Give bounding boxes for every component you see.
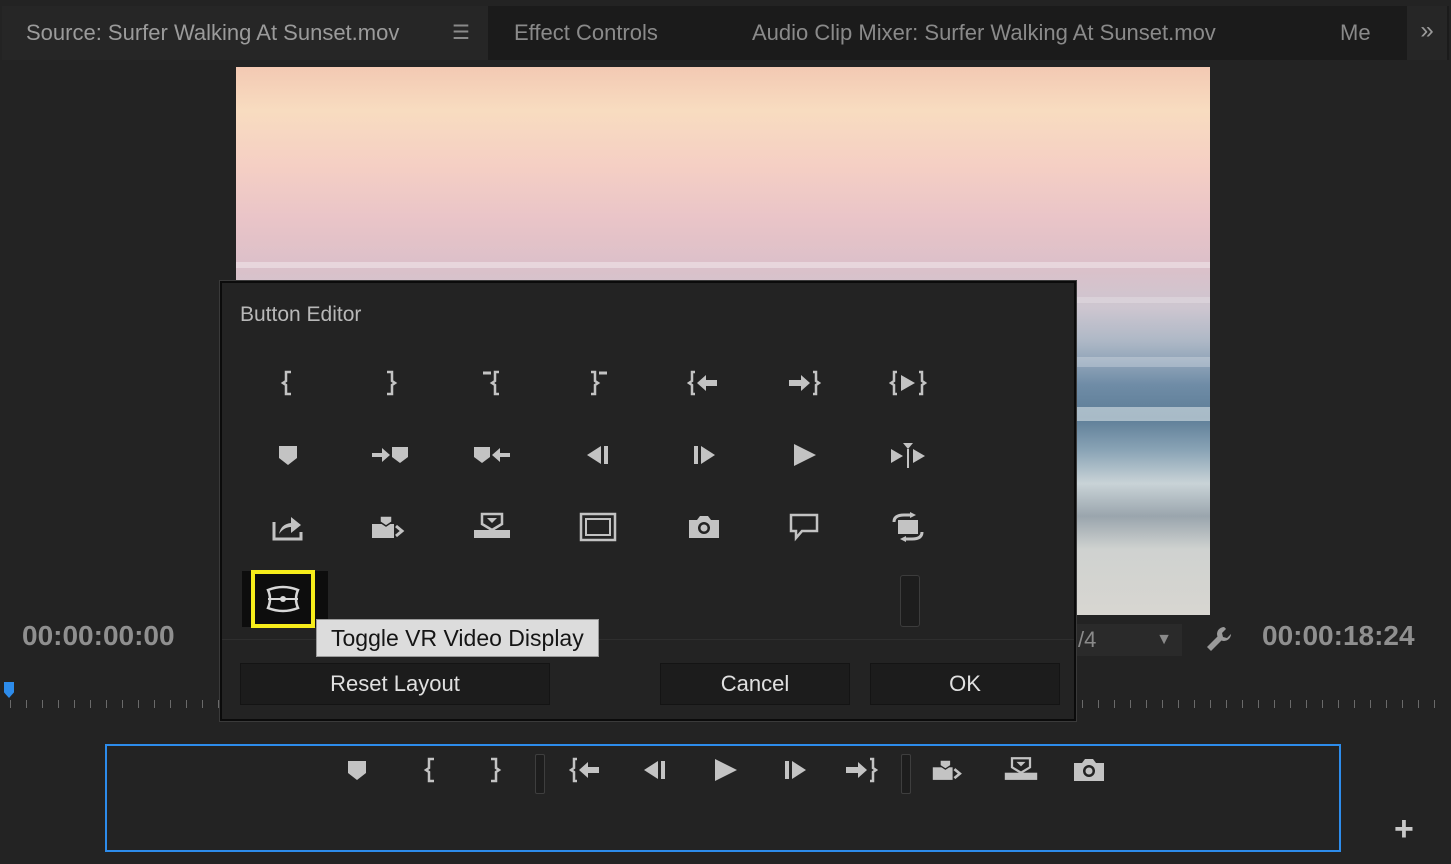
- overwrite-icon[interactable]: [466, 505, 518, 549]
- ruler-tick: [90, 700, 91, 708]
- transport-mark-out-icon[interactable]: [476, 752, 512, 788]
- transport-step-forward-icon[interactable]: [777, 752, 813, 788]
- transport-overwrite-icon[interactable]: [1003, 752, 1039, 788]
- go-to-next-marker-icon[interactable]: [364, 433, 416, 477]
- ruler-tick: [218, 700, 219, 708]
- camera-icon[interactable]: [678, 505, 730, 549]
- ruler-tick: [1434, 700, 1435, 708]
- ruler-tick: [1210, 700, 1211, 708]
- cancel-button[interactable]: Cancel: [660, 663, 850, 705]
- play-icon[interactable]: [778, 433, 830, 477]
- ruler-tick: [10, 700, 11, 708]
- ruler-tick: [1306, 700, 1307, 708]
- ruler-tick: [1258, 700, 1259, 708]
- source-monitor-panel: Source: Surfer Walking At Sunset.mov ☰ E…: [0, 0, 1451, 864]
- step-forward-icon[interactable]: [678, 433, 730, 477]
- ruler-tick: [1114, 700, 1115, 708]
- tab-truncated[interactable]: Me: [1340, 6, 1400, 60]
- clear-out-icon[interactable]: [572, 361, 624, 405]
- tooltip: Toggle VR Video Display: [316, 619, 599, 657]
- step-back-icon[interactable]: [572, 433, 624, 477]
- ruler-tick: [1082, 700, 1083, 708]
- resolution-dropdown[interactable]: /4 ▼: [1070, 624, 1182, 656]
- reset-layout-button[interactable]: Reset Layout: [240, 663, 550, 705]
- double-chevron-right-icon[interactable]: »: [1407, 6, 1447, 60]
- transport-play-icon[interactable]: [707, 752, 743, 788]
- go-to-previous-marker-icon[interactable]: [466, 433, 518, 477]
- ruler-tick: [122, 700, 123, 708]
- ruler-tick: [1402, 700, 1403, 708]
- transport-camera-icon[interactable]: [1071, 752, 1107, 788]
- tab-audio-clip-mixer-label: Audio Clip Mixer: Surfer Walking At Suns…: [752, 20, 1216, 45]
- ruler-tick: [42, 700, 43, 708]
- ruler-tick: [58, 700, 59, 708]
- ruler-tick: [1146, 700, 1147, 708]
- ruler-tick: [1194, 700, 1195, 708]
- ruler-tick: [1098, 700, 1099, 708]
- resolution-value: /4: [1078, 627, 1097, 652]
- tab-audio-clip-mixer[interactable]: Audio Clip Mixer: Surfer Walking At Suns…: [752, 6, 1312, 60]
- hamburger-menu-icon[interactable]: ☰: [452, 6, 470, 60]
- clear-in-icon[interactable]: [466, 361, 518, 405]
- play-in-to-out-icon[interactable]: [882, 361, 934, 405]
- mark-out-icon[interactable]: [364, 361, 416, 405]
- ruler-tick: [74, 700, 75, 708]
- timecode-in[interactable]: 00:00:00:00: [22, 620, 175, 652]
- mark-in-icon[interactable]: [262, 361, 314, 405]
- ruler-tick: [154, 700, 155, 708]
- transport-add-marker-icon[interactable]: [339, 752, 375, 788]
- transport-insert-icon[interactable]: [931, 752, 967, 788]
- add-button-plus-icon[interactable]: +: [1394, 812, 1414, 846]
- dialog-title: Button Editor: [240, 303, 362, 326]
- ruler-tick: [1130, 700, 1131, 708]
- insert-icon[interactable]: [364, 505, 416, 549]
- ruler-tick: [26, 700, 27, 708]
- ruler-tick: [1418, 700, 1419, 708]
- go-to-out-icon[interactable]: [778, 361, 830, 405]
- export-frame-share-icon[interactable]: [262, 505, 314, 549]
- transport-step-back-icon[interactable]: [637, 752, 673, 788]
- loop-icon[interactable]: [882, 505, 934, 549]
- panel-tab-bar: Source: Surfer Walking At Sunset.mov ☰ E…: [2, 6, 1449, 60]
- ruler-tick: [1322, 700, 1323, 708]
- ruler-tick: [1178, 700, 1179, 708]
- ruler-tick: [1290, 700, 1291, 708]
- add-marker-icon[interactable]: [262, 433, 314, 477]
- ruler-tick: [1354, 700, 1355, 708]
- go-to-in-icon[interactable]: [678, 361, 730, 405]
- tab-source-label: Source: Surfer Walking At Sunset.mov: [26, 20, 400, 45]
- tab-source[interactable]: Source: Surfer Walking At Sunset.mov: [2, 6, 488, 60]
- ruler-tick: [1370, 700, 1371, 708]
- tab-truncated-label: Me: [1340, 20, 1371, 45]
- safe-margins-icon[interactable]: [572, 505, 624, 549]
- comment-icon[interactable]: [778, 505, 830, 549]
- transport-go-to-out-icon[interactable]: [843, 752, 879, 788]
- play-around-icon[interactable]: [882, 433, 934, 477]
- ruler-tick: [1162, 700, 1163, 708]
- ruler-tick: [1274, 700, 1275, 708]
- transport-separator: [901, 754, 911, 794]
- transport-go-to-in-icon[interactable]: [568, 752, 604, 788]
- ruler-tick: [138, 700, 139, 708]
- ruler-tick: [1226, 700, 1227, 708]
- ruler-tick: [186, 700, 187, 708]
- separator-slot[interactable]: [900, 575, 920, 627]
- wrench-icon[interactable]: [1204, 624, 1234, 654]
- vr-video-icon[interactable]: [251, 570, 315, 628]
- ruler-tick: [106, 700, 107, 708]
- ruler-tick: [1242, 700, 1243, 708]
- ok-button[interactable]: OK: [870, 663, 1060, 705]
- tab-effect-controls-label: Effect Controls: [514, 20, 658, 45]
- timecode-duration: 00:00:18:24: [1262, 620, 1415, 651]
- tab-effect-controls[interactable]: Effect Controls: [514, 6, 734, 60]
- ruler-tick: [170, 700, 171, 708]
- chevron-down-icon: ▼: [1156, 631, 1172, 648]
- ruler-tick: [1338, 700, 1339, 708]
- ruler-tick: [1386, 700, 1387, 708]
- ruler-tick: [202, 700, 203, 708]
- transport-separator: [535, 754, 545, 794]
- transport-mark-in-icon[interactable]: [413, 752, 449, 788]
